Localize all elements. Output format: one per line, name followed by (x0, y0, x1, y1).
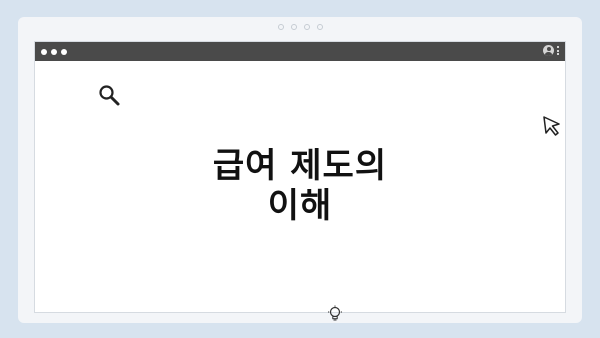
title-line-2: 이해 (267, 186, 333, 226)
page-title: 급여 제도의 이해 (35, 146, 565, 226)
close-dot[interactable] (41, 48, 47, 55)
user-avatar-icon[interactable] (543, 45, 554, 56)
browser-window: 급여 제도의 이해 (34, 41, 566, 321)
window-titlebar (35, 42, 565, 61)
title-line-1: 급여 제도의 (212, 146, 388, 186)
minimize-dot[interactable] (51, 48, 57, 55)
lightbulb-icon (328, 305, 342, 321)
kebab-menu-icon[interactable] (557, 46, 559, 55)
pagination-dot[interactable] (316, 24, 323, 30)
window-controls (41, 48, 67, 55)
titlebar-actions (543, 45, 559, 56)
pagination-dot[interactable] (290, 24, 297, 30)
pagination-dots (18, 24, 582, 30)
search-icon (99, 85, 120, 106)
cursor-arrow-icon (543, 116, 560, 136)
pagination-dot[interactable] (303, 24, 310, 30)
pagination-dot[interactable] (277, 24, 284, 30)
maximize-dot[interactable] (61, 48, 67, 55)
